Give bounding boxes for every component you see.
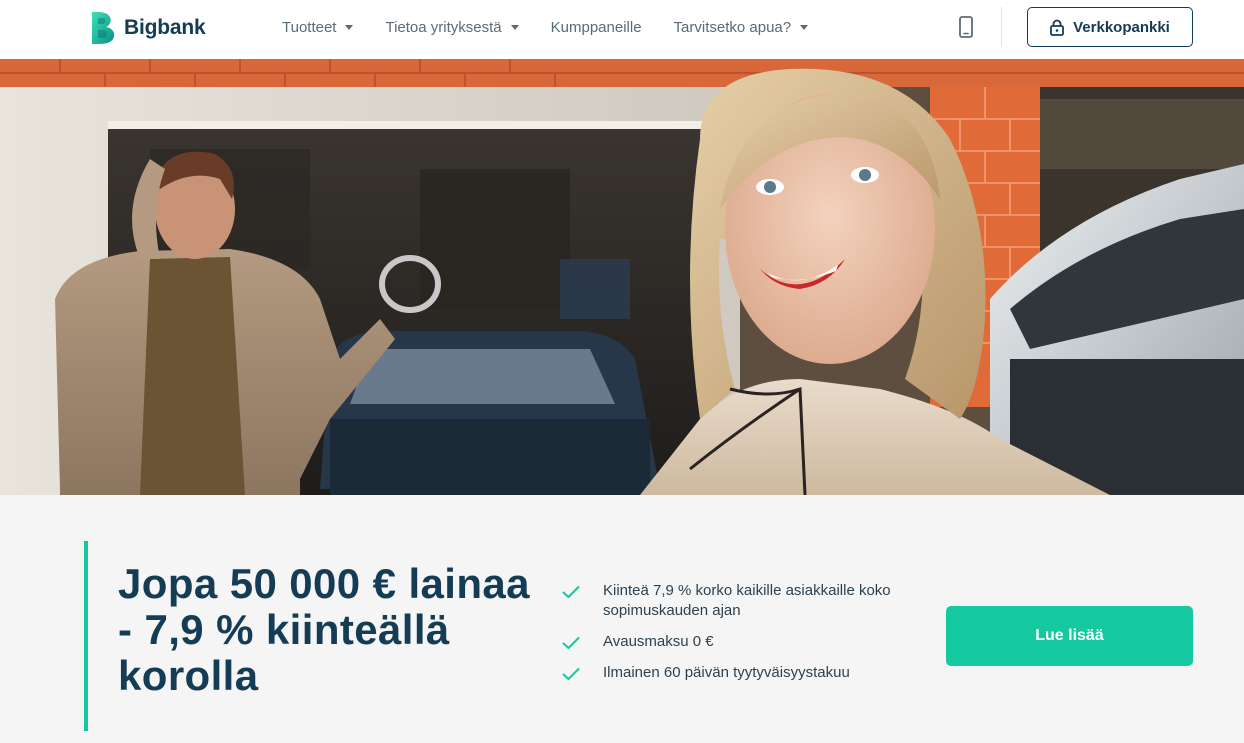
check-icon — [562, 637, 580, 649]
nav-item-label: Kumppaneille — [550, 18, 642, 36]
lock-icon — [1050, 19, 1065, 36]
nav-item-tietoa-yrityksesta[interactable]: Tietoa yrityksestä — [385, 18, 519, 36]
feature-text: Kiinteä 7,9 % korko kaikille asiakkaille… — [603, 582, 891, 619]
feature-item: Kiinteä 7,9 % korko kaikille asiakkaille… — [560, 581, 930, 621]
hero-image — [0, 59, 1244, 495]
promo-headline: Jopa 50 000 € lainaa - 7,9 % kiinteällä … — [118, 560, 530, 699]
mobile-phone-icon — [959, 16, 973, 38]
nav-item-tuotteet[interactable]: Tuotteet — [282, 18, 354, 36]
nav-item-label: Tuotteet — [282, 18, 337, 36]
verkkopankki-label: Verkkopankki — [1073, 18, 1170, 36]
check-icon — [562, 668, 580, 680]
nav-item-tarvitsetko-apua[interactable]: Tarvitsetko apua? — [674, 19, 809, 36]
caret-down-icon — [510, 24, 519, 30]
hero-photo — [0, 59, 1244, 495]
feature-item: Avausmaksu 0 € — [560, 632, 930, 652]
site-header: Bigbank Tuotteet Tietoa yrityksestä Kump… — [0, 0, 1244, 59]
nav-item-kumppaneille[interactable]: Kumppaneille — [551, 19, 642, 36]
feature-text: Ilmainen 60 päivän tyytyväisyystakuu — [603, 664, 850, 681]
verkkopankki-button[interactable]: Verkkopankki — [1027, 7, 1193, 47]
check-icon — [562, 586, 580, 598]
main-nav: Tuotteet Tietoa yrityksestä Kumppaneille… — [282, 0, 840, 54]
feature-text: Avausmaksu 0 € — [603, 633, 714, 650]
logo-text: Bigbank — [124, 16, 206, 39]
bigbank-logo[interactable]: Bigbank — [89, 11, 206, 45]
nav-item-label: Tarvitsetko apua? — [673, 18, 792, 36]
mobile-app-button[interactable] — [952, 10, 980, 44]
nav-item-label: Tietoa yrityksestä — [385, 18, 502, 36]
lue-lisaa-button[interactable]: Lue lisää — [946, 606, 1193, 666]
caret-down-icon — [345, 24, 354, 30]
accent-bar — [84, 541, 88, 731]
feature-list: Kiinteä 7,9 % korko kaikille asiakkaille… — [560, 581, 930, 694]
caret-down-icon — [800, 24, 809, 30]
feature-item: Ilmainen 60 päivän tyytyväisyystakuu — [560, 663, 930, 683]
bigbank-logo-icon — [92, 11, 115, 44]
header-divider — [1001, 7, 1002, 47]
promo-section: Jopa 50 000 € lainaa - 7,9 % kiinteällä … — [0, 495, 1244, 743]
